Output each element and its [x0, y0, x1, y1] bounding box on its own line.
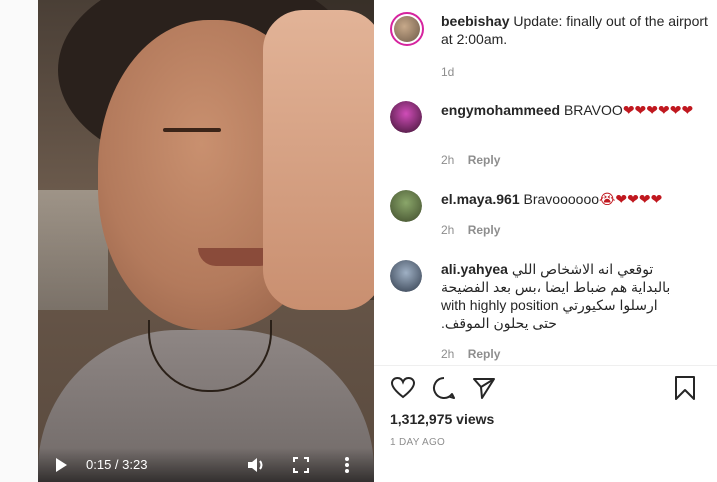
video-closed-eye	[163, 128, 221, 132]
comment-meta: 2h Reply	[441, 223, 500, 237]
video-time: 0:15 / 3:23	[86, 457, 148, 472]
comment-emoji: ❤❤❤❤❤❤	[622, 102, 694, 118]
caption-age: 1d	[441, 65, 455, 79]
reply-button[interactable]: Reply	[468, 347, 501, 361]
comments-panel: beebishay Update: finally out of the air…	[374, 0, 717, 482]
post-timestamp: 1 DAY AGO	[390, 437, 446, 448]
more-vertical-icon[interactable]	[344, 456, 350, 474]
comment-age: 2h	[441, 223, 455, 237]
video-background	[38, 190, 108, 310]
comment-line-3: ارسلوا سكيورتي with highly position	[441, 297, 658, 313]
comment-age: 2h	[441, 153, 455, 167]
view-count[interactable]: 1,312,975 views	[390, 411, 494, 427]
action-bar	[390, 375, 700, 405]
comment-text: el.maya.961 Bravoooooo😭❤❤❤❤	[441, 190, 711, 208]
fullscreen-icon[interactable]	[293, 457, 309, 473]
comment-username[interactable]: el.maya.961	[441, 191, 520, 207]
reply-button[interactable]: Reply	[468, 223, 501, 237]
comment-line-4: حتى يحلون الموقف.	[441, 315, 557, 331]
reply-button[interactable]: Reply	[468, 153, 501, 167]
comment-text: ali.yahyea توقعي انه الاشخاص اللي بالبدا…	[441, 260, 711, 332]
play-icon[interactable]	[56, 458, 67, 472]
comment-emoji: 😭❤❤❤❤	[599, 191, 663, 207]
comment-icon[interactable]	[431, 375, 457, 401]
share-icon[interactable]	[471, 375, 497, 401]
comment-username[interactable]: engymohammeed	[441, 102, 560, 118]
video-controls: 0:15 / 3:23	[38, 448, 374, 482]
comment-line-2: بالبداية هم ضباط ايضا ،بس بعد الفضيحة	[441, 279, 671, 295]
comment-age: 2h	[441, 347, 455, 361]
video-player[interactable]: 0:15 / 3:23	[38, 0, 374, 482]
comment-meta: 2h Reply	[441, 153, 500, 167]
caption-text: beebishay Update: finally out of the air…	[441, 12, 711, 48]
bookmark-icon[interactable]	[672, 375, 698, 401]
avatar[interactable]	[390, 260, 422, 292]
comment-meta: 2h Reply	[441, 347, 500, 361]
comment-body: BRAVOO	[563, 102, 623, 118]
avatar[interactable]	[390, 190, 422, 222]
caption-username[interactable]: beebishay	[441, 13, 509, 29]
heart-icon[interactable]	[390, 375, 416, 401]
divider	[374, 365, 717, 366]
comment-text: engymohammeed BRAVOO❤❤❤❤❤❤	[441, 101, 711, 119]
avatar[interactable]	[390, 12, 424, 46]
comment-line-1: توقعي انه الاشخاص اللي	[511, 261, 654, 277]
volume-icon[interactable]	[246, 456, 266, 474]
comment-body: Bravoooooo	[523, 191, 600, 207]
comment-username[interactable]: ali.yahyea	[441, 261, 508, 277]
video-hand	[263, 10, 374, 310]
left-margin	[0, 0, 38, 482]
avatar[interactable]	[390, 101, 422, 133]
